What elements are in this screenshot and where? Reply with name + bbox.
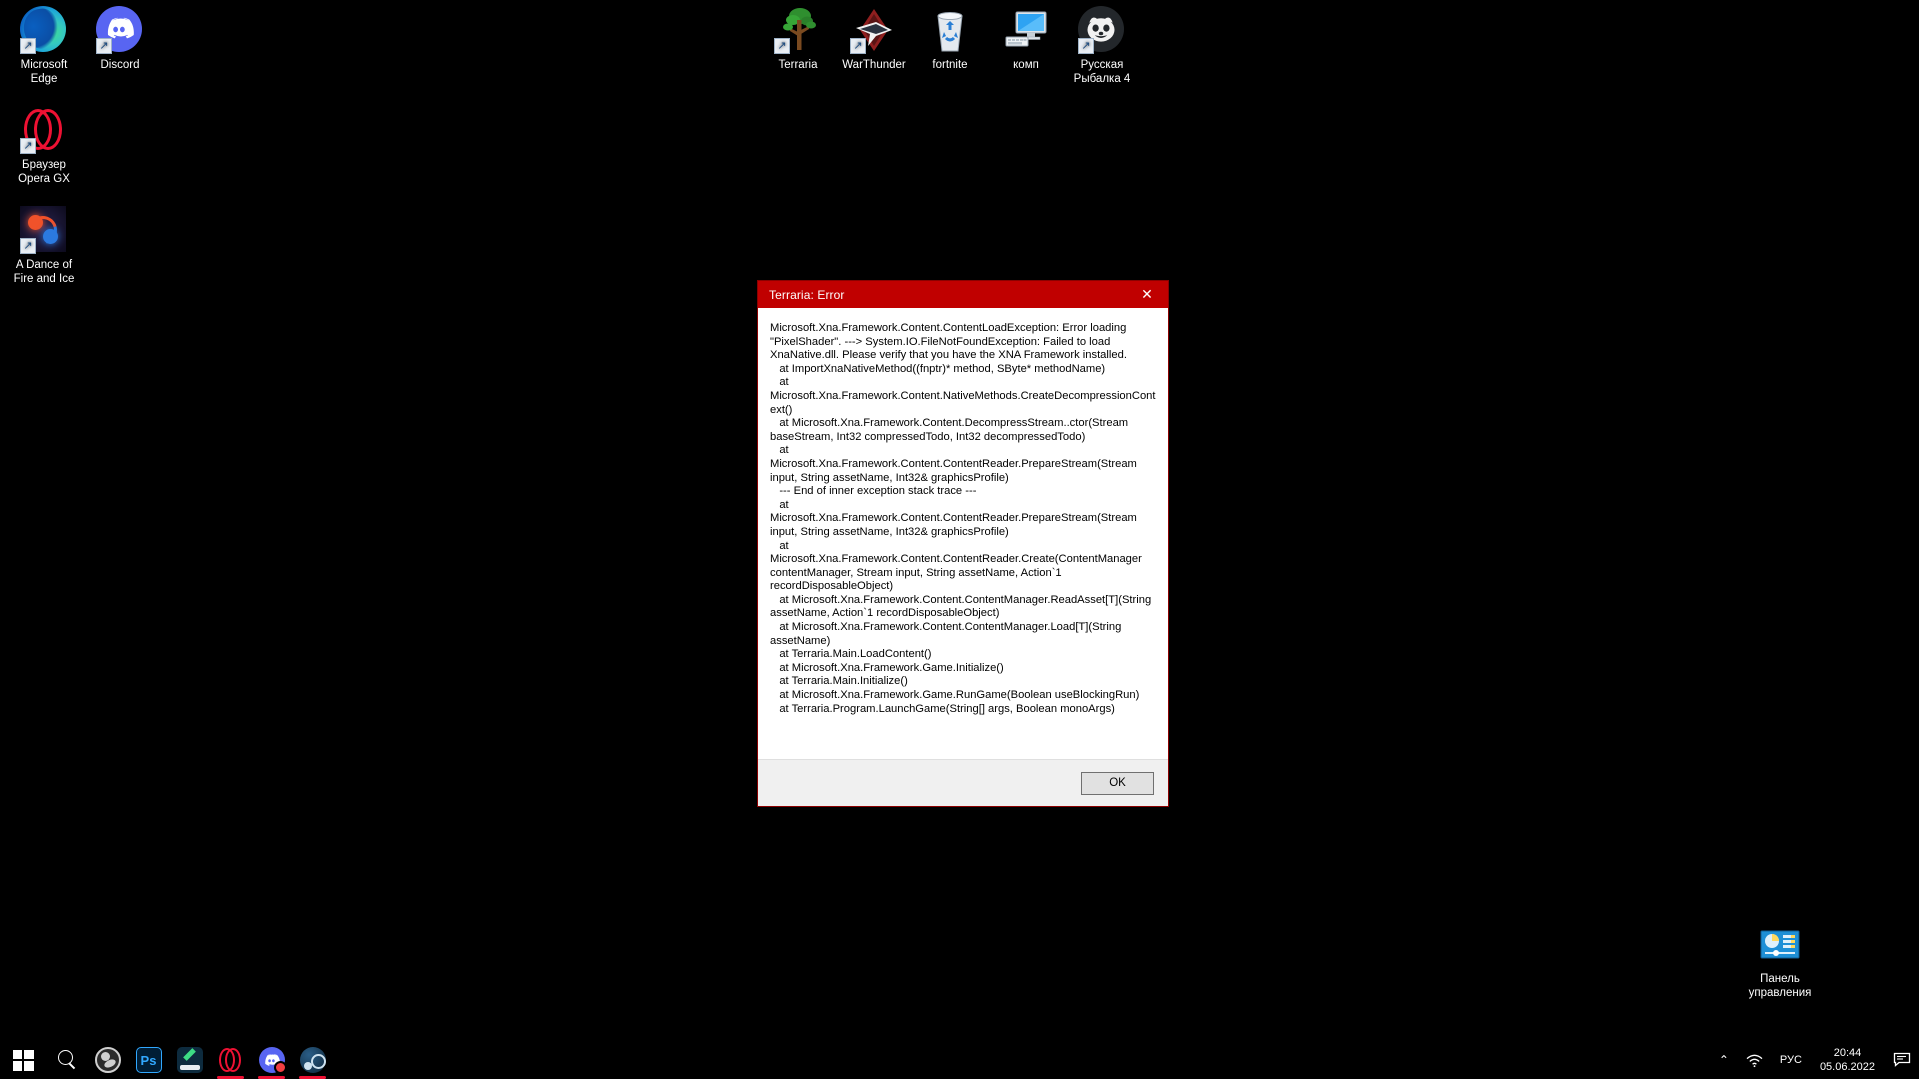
edge-icon: ↗ xyxy=(20,6,68,54)
desktop-icon-label: Русская Рыбалка 4 xyxy=(1073,59,1131,85)
close-icon[interactable]: ✕ xyxy=(1126,281,1168,308)
error-dialog[interactable]: Terraria: Error ✕ Microsoft.Xna.Framewor… xyxy=(757,280,1169,807)
chevron-up-icon: ⌃ xyxy=(1718,1053,1729,1067)
taskbar-item-steam[interactable] xyxy=(292,1041,333,1079)
desktop[interactable]: 王娘 ↗ Microsoft Edge ↗ Discord ↗ Браузер … xyxy=(0,0,1919,1079)
desktop-icon-label: Браузер Opera GX xyxy=(18,159,70,185)
clock-date: 05.06.2022 xyxy=(1819,1061,1875,1073)
desktop-icon-komp[interactable]: комп xyxy=(988,6,1064,73)
taskbar-item-opera-gx[interactable] xyxy=(210,1041,251,1079)
desktop-icon-label: A Dance of Fire and Ice xyxy=(13,259,75,285)
shortcut-arrow-icon: ↗ xyxy=(96,38,112,54)
app-icon xyxy=(176,1047,203,1073)
desktop-icon-label: Discord xyxy=(100,59,140,71)
obs-studio-icon xyxy=(94,1047,121,1073)
adofai-icon: ↗ xyxy=(20,206,68,254)
recycle-bin-icon xyxy=(926,6,974,54)
windows-logo-icon xyxy=(12,1049,34,1071)
search-button[interactable] xyxy=(46,1041,87,1079)
desktop-icon-label: комп xyxy=(1013,59,1039,71)
photoshop-icon: Ps xyxy=(135,1047,162,1073)
steam-icon xyxy=(299,1047,326,1073)
taskbar[interactable]: Ps ⌃ РУС 20:44 05.06.2022 xyxy=(0,1041,1919,1079)
error-message-text: Microsoft.Xna.Framework.Content.ContentL… xyxy=(770,322,1156,715)
show-hidden-icons-button[interactable]: ⌃ xyxy=(1711,1041,1737,1079)
warthunder-icon: ↗ xyxy=(850,6,898,54)
opera-gx-icon xyxy=(218,1047,244,1073)
desktop-icon-discord[interactable]: ↗ Discord xyxy=(82,6,158,73)
dialog-title-bar[interactable]: Terraria: Error ✕ xyxy=(758,281,1168,308)
desktop-icon-control-panel[interactable]: Панель управления xyxy=(1742,920,1818,1000)
desktop-icon-label: Terraria xyxy=(778,59,818,71)
notification-icon xyxy=(1893,1052,1911,1068)
shortcut-arrow-icon: ↗ xyxy=(774,38,790,54)
shortcut-arrow-icon: ↗ xyxy=(1078,38,1094,54)
taskbar-item-obs[interactable] xyxy=(87,1041,128,1079)
terraria-tree-icon: ↗ xyxy=(774,6,822,54)
desktop-icon-label: fortnite xyxy=(932,59,968,71)
desktop-icon-fortnite[interactable]: fortnite xyxy=(912,6,988,73)
clock[interactable]: 20:44 05.06.2022 xyxy=(1810,1041,1885,1079)
desktop-icon-label: Microsoft Edge xyxy=(20,59,68,85)
wifi-icon xyxy=(1745,1053,1764,1068)
discord-icon xyxy=(258,1047,287,1074)
start-button[interactable] xyxy=(0,1041,46,1079)
desktop-icon-terraria[interactable]: ↗ Terraria xyxy=(760,6,836,73)
control-panel-icon xyxy=(1756,920,1804,968)
dialog-footer: OK xyxy=(758,759,1168,806)
fish-panda-icon: ↗ xyxy=(1078,6,1126,54)
language-indicator[interactable]: РУС xyxy=(1772,1041,1810,1079)
shortcut-arrow-icon: ↗ xyxy=(20,238,36,254)
shortcut-arrow-icon: ↗ xyxy=(850,38,866,54)
dialog-body: Microsoft.Xna.Framework.Content.ContentL… xyxy=(758,308,1168,759)
clock-time: 20:44 xyxy=(1833,1047,1862,1059)
network-button[interactable] xyxy=(1737,1041,1772,1079)
opera-gx-icon: ↗ xyxy=(20,106,68,154)
discord-icon: ↗ xyxy=(96,6,144,54)
ok-button[interactable]: OK xyxy=(1081,771,1154,795)
desktop-icon-label: WarThunder xyxy=(842,59,906,71)
desktop-icon-a-dance-of-fire-and-ice[interactable]: ↗ A Dance of Fire and Ice xyxy=(6,206,82,286)
taskbar-item-app[interactable] xyxy=(169,1041,210,1079)
taskbar-item-discord[interactable] xyxy=(251,1041,292,1079)
shortcut-arrow-icon: ↗ xyxy=(20,138,36,154)
computer-icon xyxy=(1002,6,1050,54)
desktop-icon-warthunder[interactable]: ↗ WarThunder xyxy=(836,6,912,73)
notification-badge xyxy=(273,1061,287,1074)
search-icon xyxy=(56,1049,78,1071)
desktop-icon-label: Панель управления xyxy=(1748,973,1812,999)
taskbar-item-photoshop[interactable]: Ps xyxy=(128,1041,169,1079)
system-tray[interactable]: ⌃ РУС 20:44 05.06.2022 xyxy=(1711,1041,1919,1079)
desktop-icon-russkaya-rybalka-4[interactable]: ↗ Русская Рыбалка 4 xyxy=(1064,6,1140,86)
notifications-button[interactable] xyxy=(1885,1041,1919,1079)
dialog-title: Terraria: Error xyxy=(769,287,845,302)
shortcut-arrow-icon: ↗ xyxy=(20,38,36,54)
desktop-icon-microsoft-edge[interactable]: ↗ Microsoft Edge xyxy=(6,6,82,86)
desktop-icon-opera-gx[interactable]: ↗ Браузер Opera GX xyxy=(6,106,82,186)
